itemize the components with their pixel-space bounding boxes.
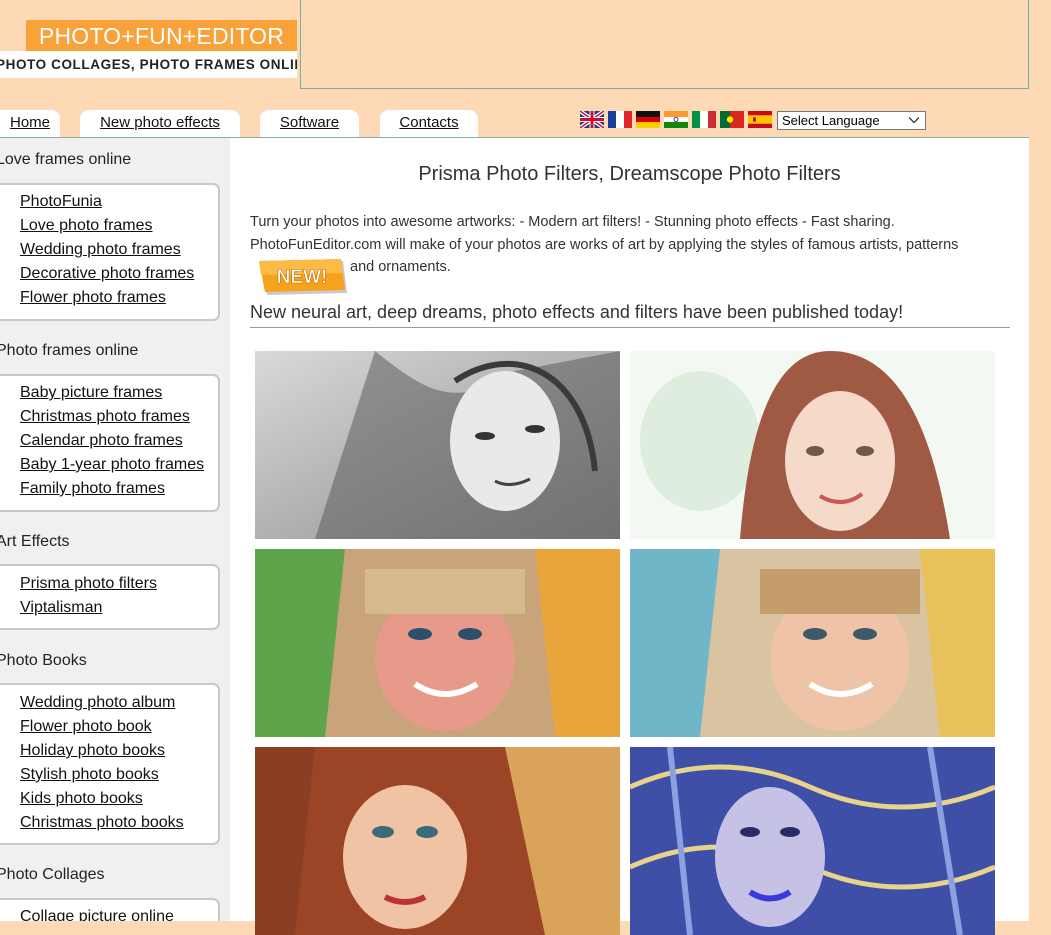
sidebar-box-art-effects <box>0 564 220 630</box>
photo-effect-thumb-2[interactable] <box>630 351 995 539</box>
sidebar-link-photofunia[interactable]: PhotoFunia <box>20 193 102 211</box>
sidebar-link-kids-photo-books[interactable]: Kids photo books <box>20 790 143 808</box>
photo-effect-thumb-1[interactable] <box>255 351 620 539</box>
logo-title: PHOTO+FUN+EDITOR <box>26 20 297 51</box>
italy-flag-icon[interactable] <box>692 111 716 128</box>
sidebar-link-christmas-photo-books[interactable]: Christmas photo books <box>20 814 184 832</box>
intro-line-2: PhotoFunEditor.com will make of your pho… <box>250 236 959 253</box>
sidebar-link-decorative-photo-frames[interactable]: Decorative photo frames <box>20 265 194 283</box>
sidebar-link-wedding-photo-album[interactable]: Wedding photo album <box>20 694 175 712</box>
sidebar-link-love-photo-frames[interactable]: Love photo frames <box>20 217 153 235</box>
photo-effect-thumb-5[interactable] <box>255 747 620 935</box>
tab-software[interactable]: Software <box>260 110 359 138</box>
sidebar-heading-love-frames: Love frames online <box>0 151 132 168</box>
sidebar-link-stylish-photo-books[interactable]: Stylish photo books <box>20 766 159 784</box>
language-flags <box>580 111 772 128</box>
uk-flag-icon[interactable] <box>580 111 604 128</box>
tab-contacts[interactable]: Contacts <box>380 110 478 138</box>
abstract-blue-portrait-image <box>630 747 995 935</box>
tab-new-photo-effects-label[interactable]: New photo effects <box>100 114 220 131</box>
sidebar-link-holiday-photo-books[interactable]: Holiday photo books <box>20 742 165 760</box>
intro-line-1: Turn your photos into awesome artworks: … <box>250 214 895 230</box>
tab-contacts-label[interactable]: Contacts <box>399 114 458 131</box>
sidebar-heading-photo-collages: Photo Collages <box>0 866 105 883</box>
sidebar-link-viptalisman[interactable]: Viptalisman <box>20 599 102 617</box>
oil-painting-portrait-image <box>255 747 620 935</box>
chevron-down-icon <box>908 117 920 124</box>
germany-flag-icon[interactable] <box>636 111 660 128</box>
sidebar-link-family-photo-frames[interactable]: Family photo frames <box>20 480 165 498</box>
photo-effect-thumb-3[interactable] <box>255 549 620 737</box>
portugal-flag-icon[interactable] <box>720 111 744 128</box>
site-logo[interactable]: PHOTO+FUN+EDITOR PHOTO COLLAGES, PHOTO F… <box>0 20 297 78</box>
vintage-portrait-image <box>630 549 995 737</box>
new-badge: NEW! <box>257 259 349 297</box>
sidebar-link-baby-picture-frames[interactable]: Baby picture frames <box>20 384 162 402</box>
sidebar-heading-art-effects: Art Effects <box>0 533 70 550</box>
new-badge-icon: NEW! <box>259 259 347 295</box>
sidebar-link-prisma-photo-filters[interactable]: Prisma photo filters <box>20 575 157 593</box>
subheading-divider <box>250 327 1010 328</box>
sidebar-heading-photo-frames: Photo frames online <box>0 342 139 359</box>
tab-new-photo-effects[interactable]: New photo effects <box>80 110 240 138</box>
right-margin <box>1029 90 1051 921</box>
photo-effect-thumb-6[interactable] <box>630 747 995 935</box>
main-content: Prisma Photo Filters, Dreamscope Photo F… <box>230 138 1029 935</box>
tab-home-label[interactable]: Home <box>10 114 50 131</box>
sidebar-link-calendar-photo-frames[interactable]: Calendar photo frames <box>20 432 183 450</box>
language-select-value: Select Language <box>782 113 880 128</box>
sidebar-link-flower-photo-frames[interactable]: Flower photo frames <box>20 289 166 307</box>
watercolor-portrait-image <box>630 351 995 539</box>
new-badge-text: NEW! <box>277 267 328 288</box>
tab-home[interactable]: Home <box>0 110 60 138</box>
tab-software-label[interactable]: Software <box>280 114 339 131</box>
subheading: New neural art, deep dreams, photo effec… <box>250 302 904 322</box>
intro-text: Turn your photos into awesome artworks: … <box>250 211 1010 279</box>
spain-flag-icon[interactable] <box>748 111 772 128</box>
sidebar-link-baby-1-year-photo-frames[interactable]: Baby 1-year photo frames <box>20 456 204 474</box>
india-flag-icon[interactable] <box>664 111 688 128</box>
sketch-portrait-image <box>255 351 620 539</box>
intro-line-3: and ornaments. <box>350 259 451 275</box>
france-flag-icon[interactable] <box>608 111 632 128</box>
sidebar-link-flower-photo-book[interactable]: Flower photo book <box>20 718 152 736</box>
colorful-portrait-image <box>255 549 620 737</box>
page-title: Prisma Photo Filters, Dreamscope Photo F… <box>418 163 841 185</box>
sidebar: Love frames online PhotoFunia Love photo… <box>0 138 230 921</box>
language-select[interactable]: Select Language <box>777 111 926 130</box>
sidebar-link-christmas-photo-frames[interactable]: Christmas photo frames <box>20 408 190 426</box>
sidebar-link-collage-picture-online[interactable]: Collage picture online <box>20 908 174 921</box>
photo-effect-thumb-4[interactable] <box>630 549 995 737</box>
logo-tagline: PHOTO COLLAGES, PHOTO FRAMES ONLINE <box>0 51 297 78</box>
sidebar-link-wedding-photo-frames[interactable]: Wedding photo frames <box>20 241 181 259</box>
sidebar-heading-photo-books: Photo Books <box>0 652 87 669</box>
ad-banner-area <box>300 0 1029 89</box>
